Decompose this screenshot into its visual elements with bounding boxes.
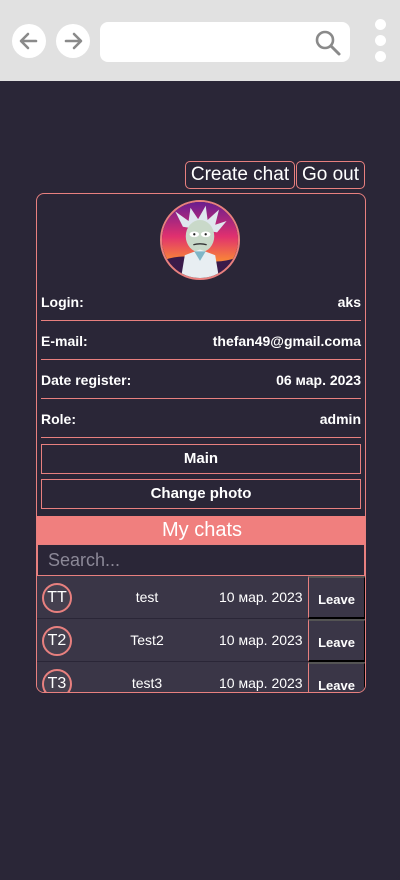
date-register-row: Date register: 06 мар. 2023 [41,361,361,399]
login-label: Login: [41,293,84,310]
chat-list: TT test 10 мар. 2023 Leave T2 Test2 10 м… [37,576,365,692]
arrow-right-icon [64,32,83,50]
role-row: Role: admin [41,400,361,438]
back-button[interactable] [12,24,46,58]
chat-avatar: T3 [42,669,72,692]
leave-button[interactable]: Leave [308,662,365,692]
email-row: E-mail: thefan49@gmail.coma [41,322,361,360]
avatar-image [162,202,238,278]
login-row: Login: aks [41,283,361,321]
list-item[interactable]: T3 test3 10 мар. 2023 Leave [37,662,365,692]
chat-avatar: TT [42,583,72,613]
search-input[interactable] [37,544,365,576]
date-register-value: 06 мар. 2023 [276,371,361,388]
chat-name: test3 [131,675,163,691]
arrow-left-icon [19,32,38,50]
create-chat-button[interactable]: Create chat [185,161,295,189]
my-chats-heading: My chats [37,516,365,544]
chat-name: Test2 [130,632,164,648]
leave-button[interactable]: Leave [308,619,365,662]
kebab-menu-icon[interactable] [372,19,388,63]
role-value: admin [319,410,361,427]
main-button[interactable]: Main [41,444,361,474]
role-label: Role: [41,410,76,427]
leave-button[interactable]: Leave [308,576,365,619]
search-icon[interactable] [314,29,342,57]
list-item[interactable]: TT test 10 мар. 2023 Leave [37,576,365,619]
list-item[interactable]: T2 Test2 10 мар. 2023 Leave [37,619,365,662]
avatar [160,200,240,280]
chat-date: 10 мар. 2023 [219,632,303,648]
chat-name: test [135,589,159,605]
chat-date: 10 мар. 2023 [219,675,303,691]
change-photo-button[interactable]: Change photo [41,479,361,509]
chat-avatar: T2 [42,626,72,656]
login-value: aks [337,293,361,310]
go-out-button[interactable]: Go out [296,161,365,189]
date-register-label: Date register: [41,371,132,388]
forward-button[interactable] [56,24,90,58]
profile-card: Login: aks E-mail: thefan49@gmail.coma D… [36,193,366,693]
email-label: E-mail: [41,332,88,349]
address-bar[interactable] [100,22,350,62]
browser-toolbar [0,0,400,81]
chat-date: 10 мар. 2023 [219,589,303,605]
email-value: thefan49@gmail.coma [212,332,361,349]
